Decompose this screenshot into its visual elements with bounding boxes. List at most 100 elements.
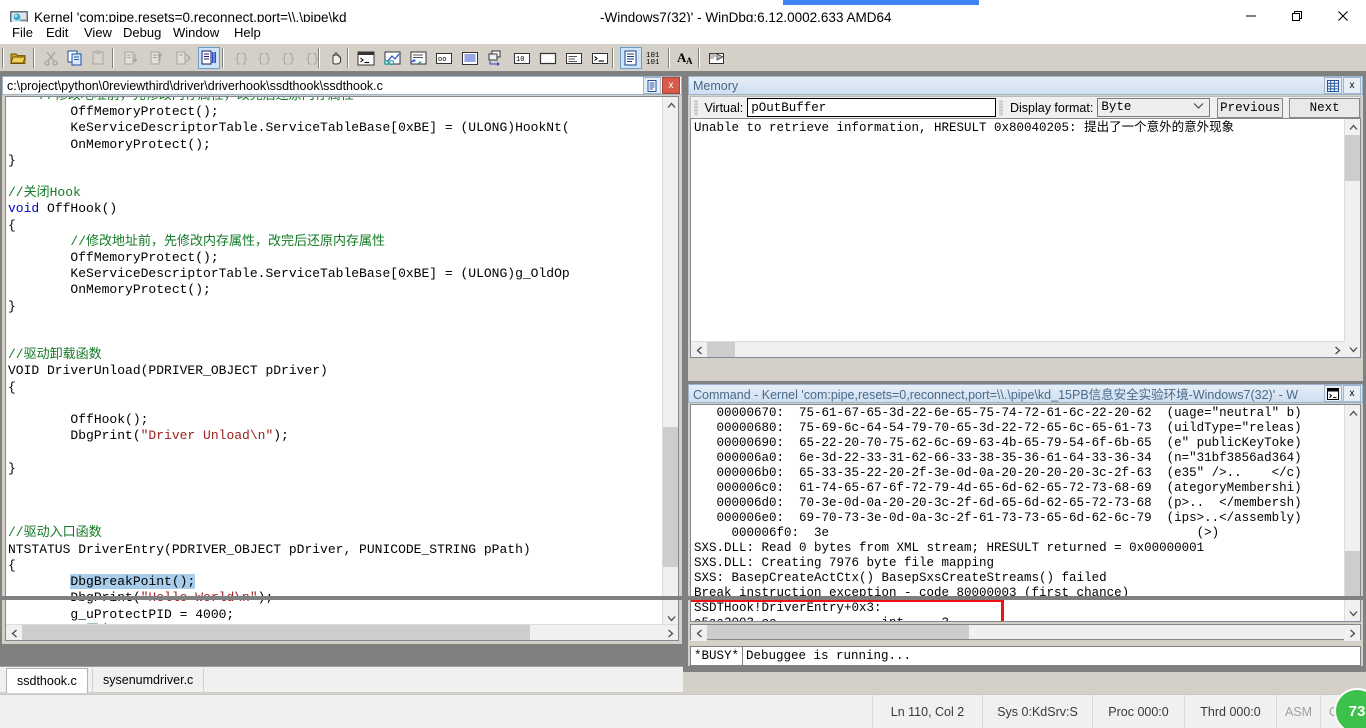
- source-window-close-button[interactable]: x: [662, 77, 680, 94]
- breakpoint-set-icon: {}: [230, 47, 252, 69]
- memory-window-close-button[interactable]: x: [1343, 77, 1361, 94]
- scroll-up-arrow[interactable]: [663, 97, 678, 113]
- scroll-right-arrow[interactable]: [1344, 625, 1360, 641]
- step-over-icon: [146, 47, 168, 69]
- toolbar-grip-2[interactable]: [999, 99, 1003, 116]
- source-code-view[interactable]: //修改地址前，先修改内存属性，改完后还原内存属性 OffMemoryProte…: [5, 96, 679, 641]
- run-to-cursor-icon[interactable]: [198, 47, 220, 69]
- status-system: Sys 0:KdSrv:S: [982, 695, 1092, 728]
- scratch-pad-window-icon[interactable]: [537, 47, 559, 69]
- next-button[interactable]: Next: [1289, 97, 1361, 118]
- scroll-up-arrow[interactable]: [1345, 405, 1360, 421]
- scroll-left-arrow[interactable]: [691, 342, 707, 357]
- grid-icon[interactable]: [1324, 77, 1342, 94]
- virtual-address-input[interactable]: pOutBuffer: [747, 98, 997, 117]
- scroll-up-arrow[interactable]: [1345, 119, 1360, 135]
- scroll-left-arrow[interactable]: [6, 625, 22, 640]
- scroll-thumb[interactable]: [663, 427, 678, 567]
- toolbar-grip[interactable]: [694, 99, 698, 116]
- menu-view[interactable]: View: [78, 22, 118, 44]
- command-window-title: Command - Kernel 'com:pipe,resets=0,reco…: [693, 388, 1298, 402]
- scroll-down-arrow[interactable]: [1345, 605, 1360, 621]
- status-line-col: Ln 110, Col 2: [872, 695, 982, 728]
- toolbar: {} {} {} {} oo 10 101 101 A A: [0, 44, 1366, 72]
- command-input[interactable]: Debuggee is running...: [743, 646, 1361, 666]
- binary-numeric-icon[interactable]: 101 101: [646, 47, 668, 69]
- command-window-titlebar[interactable]: Command - Kernel 'com:pipe,resets=0,reco…: [688, 384, 1363, 403]
- command-window-icon[interactable]: [355, 47, 377, 69]
- menu-window[interactable]: Window: [167, 22, 225, 44]
- cut-icon: [40, 47, 62, 69]
- svg-text:{}: {}: [257, 52, 271, 66]
- source-horizontal-scrollbar[interactable]: [6, 624, 678, 640]
- scroll-thumb[interactable]: [1345, 551, 1360, 597]
- breakpoint-goto-icon: {}: [302, 47, 324, 69]
- previous-button[interactable]: Previous: [1216, 97, 1284, 118]
- memory-horizontal-scrollbar[interactable]: [691, 341, 1345, 357]
- display-format-value: Byte: [1101, 100, 1132, 114]
- memory-window-titlebar[interactable]: Memory x: [688, 76, 1363, 95]
- options-icon[interactable]: [706, 47, 728, 69]
- memory-window-title: Memory: [693, 78, 739, 93]
- scroll-left-arrow[interactable]: [691, 625, 707, 641]
- source-window-titlebar[interactable]: c:\project\python\0reviewthird\driver\dr…: [2, 76, 682, 95]
- memory-content-view[interactable]: Unable to retrieve information, HRESULT …: [690, 118, 1361, 358]
- svg-text:{}: {}: [281, 52, 295, 66]
- scroll-thumb-h[interactable]: [22, 625, 530, 640]
- display-format-select[interactable]: Byte: [1097, 98, 1210, 117]
- virtual-label: Virtual:: [704, 100, 744, 115]
- open-folder-icon[interactable]: [8, 47, 30, 69]
- font-icon[interactable]: A A: [676, 47, 698, 69]
- menu-debug[interactable]: Debug: [117, 22, 167, 44]
- scroll-right-arrow[interactable]: [1329, 342, 1345, 357]
- scroll-thumb-h[interactable]: [707, 342, 735, 357]
- status-asm: ASM: [1276, 695, 1320, 728]
- memory-vertical-scrollbar[interactable]: [1344, 119, 1360, 357]
- locals-window-icon[interactable]: [407, 47, 429, 69]
- registers-window-icon[interactable]: oo: [433, 47, 455, 69]
- command-horizontal-scrollbar[interactable]: [690, 624, 1361, 641]
- tab-sysenumdriver-c[interactable]: sysenumdriver.c: [92, 669, 205, 692]
- scroll-down-arrow[interactable]: [1345, 341, 1360, 357]
- command-window-close-button[interactable]: x: [1343, 385, 1361, 402]
- disassembly-window-icon[interactable]: 10: [511, 47, 533, 69]
- command-window: Command - Kernel 'com:pipe,resets=0,reco…: [688, 384, 1363, 666]
- console-restore-icon[interactable]: [1324, 385, 1342, 402]
- menu-help[interactable]: Help: [228, 22, 267, 44]
- svg-text:A: A: [686, 56, 693, 66]
- menu-file[interactable]: File: [6, 22, 39, 44]
- source-code-text: //修改地址前，先修改内存属性，改完后还原内存属性 OffMemoryProte…: [8, 97, 570, 640]
- svg-text:10: 10: [516, 56, 524, 64]
- menu-bar: File Edit View Debug Window Help: [0, 22, 1366, 44]
- step-out-icon: [172, 47, 194, 69]
- scroll-thumb-h[interactable]: [707, 625, 969, 639]
- call-stack-window-icon[interactable]: [485, 47, 507, 69]
- memory-window: Memory x Virtual: pOutBuffer Display for…: [688, 76, 1363, 381]
- svg-text:{}: {}: [234, 52, 248, 66]
- step-into-icon: [120, 47, 142, 69]
- status-process: Proc 000:0: [1092, 695, 1184, 728]
- notification-badge[interactable]: 73: [1334, 688, 1366, 728]
- command-output-view[interactable]: 00000670: 75-61-67-65-3d-22-6e-65-75-74-…: [690, 404, 1361, 622]
- watch-window-icon[interactable]: [381, 47, 403, 69]
- restore-icon[interactable]: [643, 77, 661, 94]
- busy-indicator: *BUSY*: [690, 646, 744, 666]
- command-browser-window-icon[interactable]: [589, 47, 611, 69]
- tab-ssdthook-c[interactable]: ssdthook.c: [6, 668, 88, 693]
- memory-window-icon[interactable]: [459, 47, 481, 69]
- scroll-right-arrow[interactable]: [662, 625, 678, 640]
- command-vertical-scrollbar[interactable]: [1344, 405, 1360, 621]
- paste-icon: [88, 47, 110, 69]
- source-window-title: c:\project\python\0reviewthird\driver\dr…: [7, 78, 383, 93]
- source-window: c:\project\python\0reviewthird\driver\dr…: [2, 76, 682, 644]
- status-bar: https://blog.csdn.net/wrshanpao Ln 110, …: [0, 688, 1366, 728]
- menu-edit[interactable]: Edit: [40, 22, 74, 44]
- break-hand-icon[interactable]: [325, 47, 347, 69]
- display-format-label: Display format:: [1009, 100, 1094, 115]
- breakpoint-disable-icon: {}: [254, 47, 276, 69]
- scroll-thumb[interactable]: [1345, 135, 1360, 181]
- copy-icon[interactable]: [64, 47, 86, 69]
- source-vertical-scrollbar[interactable]: [662, 97, 678, 626]
- source-window-icon[interactable]: [620, 47, 642, 69]
- processes-threads-window-icon[interactable]: [563, 47, 585, 69]
